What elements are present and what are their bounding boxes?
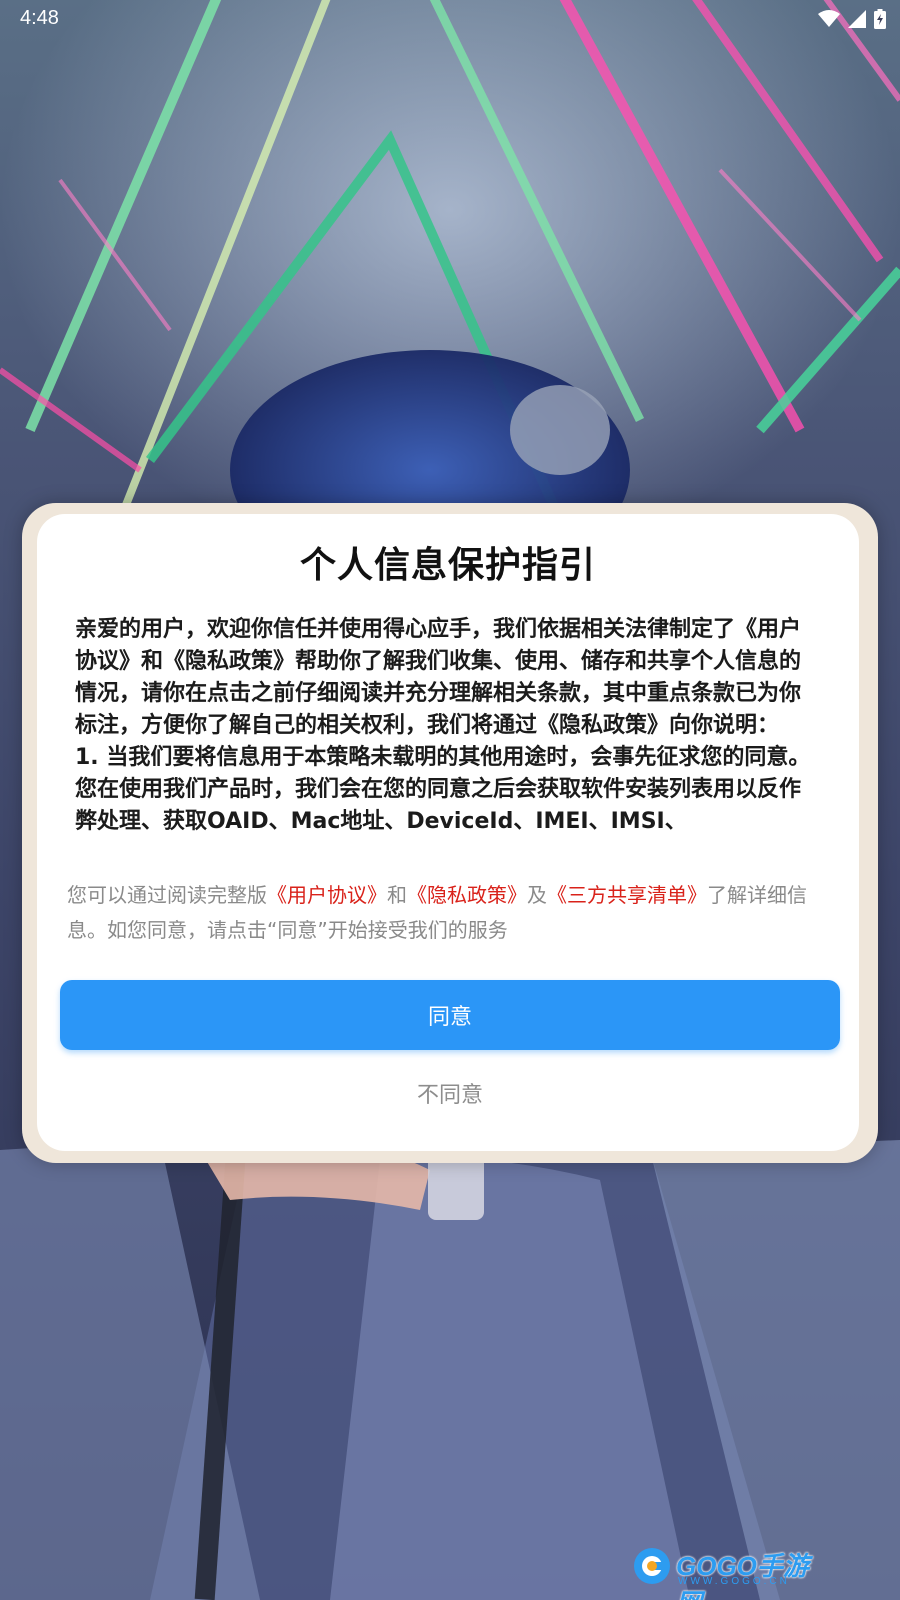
notice-prefix: 您可以通过阅读完整版 <box>67 883 267 907</box>
dialog-notice: 您可以通过阅读完整版《用户协议》和《隐私政策》及《三方共享清单》了解详细信息。如… <box>67 878 837 948</box>
user-agreement-link[interactable]: 《用户协议》 <box>267 883 387 907</box>
watermark-brand: GOGO手游网 <box>676 1551 809 1600</box>
wifi-icon <box>818 10 840 28</box>
privacy-policy-link[interactable]: 《隐私政策》 <box>407 883 527 907</box>
agree-button[interactable]: 同意 <box>60 980 840 1050</box>
third-party-list-link[interactable]: 《三方共享清单》 <box>547 883 707 907</box>
body-paragraph: 亲爱的用户，欢迎你信任并使用得心应手，我们依据相关法律制定了《用户协议》和《隐私… <box>75 617 802 738</box>
dialog-title: 个人信息保护指引 <box>299 545 596 586</box>
watermark-url: WWW.GOGO.CN <box>678 1576 790 1587</box>
dialog-body-scroll[interactable]: 亲爱的用户，欢迎你信任并使用得心应手，我们依据相关法律制定了《用户协议》和《隐私… <box>75 614 815 858</box>
body-paragraph: 1. 当我们要将信息用于本策略未载明的其他用途时，会事先征求您的同意。 您在使用… <box>75 745 811 834</box>
battery-charging-icon <box>874 9 886 29</box>
notice-also: 及 <box>527 883 547 907</box>
notice-and: 和 <box>387 883 407 907</box>
gogo-logo-icon <box>634 1548 670 1584</box>
watermark-logo: GOGO手游网 WWW.GOGO.CN <box>632 1544 812 1600</box>
app-screen: 4:48 个人信息保护指引 亲爱的用户，欢迎你信任并使用得心应手，我们依据相关法… <box>0 0 900 1600</box>
cell-signal-icon <box>848 10 866 28</box>
privacy-dialog: 个人信息保护指引 亲爱的用户，欢迎你信任并使用得心应手，我们依据相关法律制定了《… <box>37 514 859 1151</box>
status-icons <box>818 8 886 30</box>
status-bar: 4:48 <box>0 0 900 40</box>
disagree-button[interactable]: 不同意 <box>60 1068 840 1118</box>
status-time: 4:48 <box>20 7 59 29</box>
